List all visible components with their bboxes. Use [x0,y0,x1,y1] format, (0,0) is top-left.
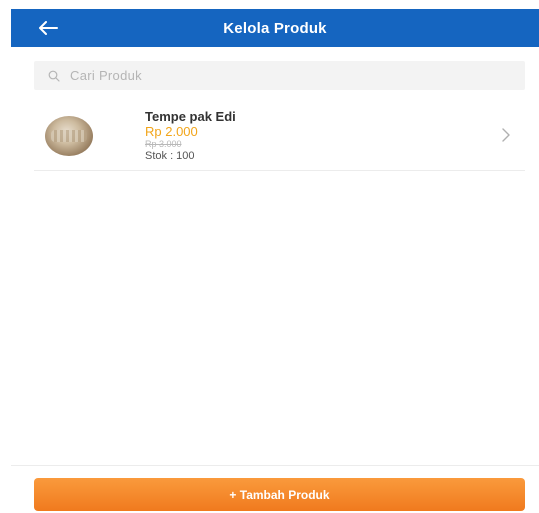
page-title: Kelola Produk [223,19,327,37]
product-stock: Stok : 100 [145,149,195,162]
product-name: Tempe pak Edi [145,108,236,124]
footer-divider [11,465,539,466]
search-input[interactable] [70,68,490,83]
product-info: Tempe pak Edi Rp 2.000 Rp 3.000 Stok : 1… [145,109,236,163]
product-list-item[interactable]: Tempe pak Edi Rp 2.000 Rp 3.000 Stok : 1… [34,101,525,171]
product-image [45,115,93,156]
back-button[interactable] [33,16,63,40]
product-price: Rp 2.000 [145,123,198,139]
search-bar[interactable] [34,61,525,90]
add-product-button[interactable]: + Tambah Produk [34,478,525,511]
product-old-price: Rp 3.000 [145,138,182,149]
chevron-right-icon[interactable] [499,126,513,144]
app-screen: Kelola Produk Tempe pak Edi Rp 2.000 Rp … [0,0,539,513]
arrow-left-icon [39,21,58,35]
search-icon [48,69,62,83]
app-header: Kelola Produk [11,9,539,47]
